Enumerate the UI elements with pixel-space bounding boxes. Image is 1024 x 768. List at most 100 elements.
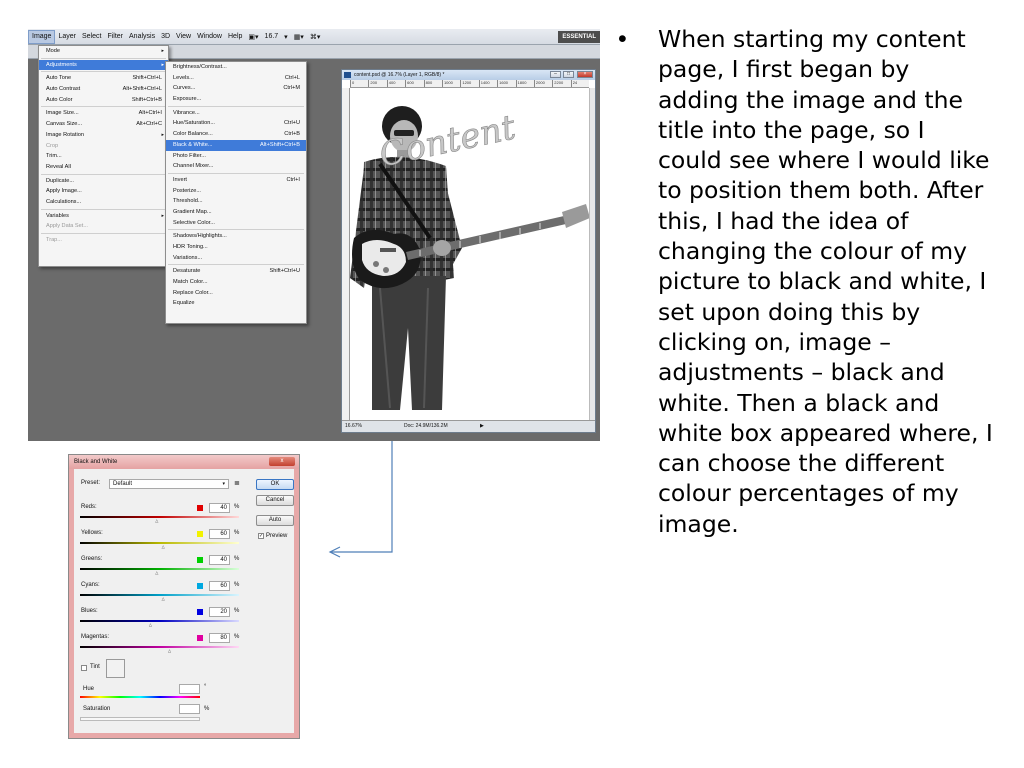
slider-value-field[interactable]: 40 [209,555,230,565]
color-slider-track[interactable] [80,516,239,518]
menu-image[interactable]: Image [28,29,56,44]
menu-item-invert[interactable]: Invert Ctrl+I [166,175,306,186]
ruler-tick: 2000 [533,80,552,87]
document-title-bar[interactable]: content.psd @ 16.7% (Layer 1, RGB/8) * –… [342,70,595,80]
slider-value-field[interactable]: 80 [209,633,230,643]
arrange-docs-icon[interactable]: ▦▾ [291,33,307,41]
saturation-field[interactable] [179,704,200,714]
close-icon[interactable]: × [577,71,593,78]
workspace-essentials-button[interactable]: ESSENTIAL [558,31,600,43]
slider-value-field[interactable]: 20 [209,607,230,617]
menu-item-auto-color[interactable]: Auto Color Shift+Ctrl+B [39,95,168,106]
menu-analysis[interactable]: Analysis [126,30,158,44]
percent-unit: % [234,504,240,510]
menu-item-replace-color[interactable]: Replace Color... [166,288,306,299]
menu-item-brightness-contrast[interactable]: Brightness/Contrast... [166,62,306,73]
percent-unit: % [234,556,240,562]
tint-color-swatch[interactable] [106,659,125,678]
color-slider-track[interactable] [80,568,239,570]
color-slider-track[interactable] [80,594,239,596]
menu-item-exposure[interactable]: Exposure... [166,94,306,105]
extras-icon[interactable]: ⌘▾ [307,33,324,41]
menu-item-calculations[interactable]: Calculations... [39,197,168,208]
menu-view[interactable]: View [173,30,194,44]
menu-item-color-balance[interactable]: Color Balance... Ctrl+B [166,129,306,140]
menu-item-adjustments[interactable]: Adjustments ▸ [39,59,168,71]
menu-item-image-rotation[interactable]: Image Rotation ▸ [39,130,168,141]
menu-item-image-size[interactable]: Image Size... Alt+Ctrl+I [39,108,168,119]
slider-thumb-icon[interactable]: △ [154,518,159,523]
menu-item-levels[interactable]: Levels... Ctrl+L [166,73,306,84]
zoom-chevron-icon[interactable]: ▾ [281,33,291,41]
close-icon[interactable]: x [269,457,295,466]
menu-item-vibrance[interactable]: Vibrance... [166,108,306,119]
menu-item-equalize[interactable]: Equalize [166,298,306,309]
color-slider-track[interactable] [80,646,239,648]
menu-item-trim[interactable]: Trim... [39,151,168,162]
menu-item-match-color[interactable]: Match Color... [166,277,306,288]
percent-unit: % [234,634,240,640]
tint-checkbox[interactable] [81,665,87,671]
maximize-icon[interactable]: □ [563,71,574,78]
preview-checkbox[interactable]: ✓ [258,533,264,539]
horizontal-ruler: 0 200 400 600 800 1000 1200 1400 1600 1800 2000 220… [350,80,589,88]
menu-item-duplicate[interactable]: Duplicate... [39,176,168,187]
slider-thumb-icon[interactable]: △ [148,622,153,627]
dialog-title-bar[interactable]: Black and White x [69,455,299,469]
menu-item-apply-image[interactable]: Apply Image... [39,186,168,197]
menu-item-hdr-toning[interactable]: HDR Toning... [166,242,306,253]
menu-item-shadows-highlights[interactable]: Shadows/Highlights... [166,231,306,242]
menu-item-selective-color[interactable]: Selective Color... [166,218,306,229]
document-canvas[interactable]: Content [350,88,589,420]
menu-item-curves[interactable]: Curves... Ctrl+M [166,83,306,94]
menu-item-gradient-map[interactable]: Gradient Map... [166,207,306,218]
dialog-body: Preset: Default ▾ ≣ OK Cancel Auto ✓ Pre… [75,470,294,733]
saturation-label: Saturation [83,706,111,712]
preset-options-icon[interactable]: ≣ [234,479,240,489]
cancel-button[interactable]: Cancel [256,495,294,506]
menu-item-black-white[interactable]: Black & White... Alt+Shift+Ctrl+B [166,139,306,151]
slider-thumb-icon[interactable]: △ [161,544,166,549]
menu-item-desaturate[interactable]: Desaturate Shift+Ctrl+U [166,266,306,277]
color-slider-track[interactable] [80,620,239,622]
ruler-tick: 800 [423,80,442,87]
hue-field[interactable] [179,684,200,694]
submenu-arrow-icon: ▸ [161,61,164,68]
preset-select[interactable]: Default ▾ [109,479,229,489]
zoom-readout[interactable]: 16.67% [345,421,362,432]
menu-select[interactable]: Select [79,30,104,44]
minimize-icon[interactable]: – [550,71,561,78]
menu-item-reveal-all[interactable]: Reveal All [39,162,168,173]
color-slider-track[interactable] [80,542,239,544]
saturation-slider[interactable] [80,717,200,721]
status-arrow-icon[interactable]: ▶ [480,421,484,432]
menu-item-posterize[interactable]: Posterize... [166,186,306,197]
hue-slider[interactable] [80,696,200,698]
slider-value-field[interactable]: 40 [209,503,230,513]
menu-filter[interactable]: Filter [104,30,126,44]
vertical-scrollbar[interactable] [589,88,595,420]
slider-thumb-icon[interactable]: △ [161,596,166,601]
slider-thumb-icon[interactable]: △ [154,570,159,575]
menu-item-channel-mixer[interactable]: Channel Mixer... [166,161,306,172]
menu-item-photo-filter[interactable]: Photo Filter... [166,151,306,162]
menu-item-variations[interactable]: Variations... [166,253,306,264]
menu-item-canvas-size[interactable]: Canvas Size... Alt+Ctrl+C [39,119,168,130]
menu-3d[interactable]: 3D [158,30,173,44]
menu-item-auto-tone[interactable]: Auto Tone Shift+Ctrl+L [39,73,168,84]
zoom-level-select[interactable]: 16.7 [262,33,282,40]
menu-item-mode[interactable]: Mode ▸ [39,46,168,57]
auto-button[interactable]: Auto [256,515,294,526]
menu-layer[interactable]: Layer [55,30,79,44]
slider-thumb-icon[interactable]: △ [167,648,172,653]
screen-mode-icon[interactable]: ▣▾ [245,33,261,41]
slider-value-field[interactable]: 60 [209,529,230,539]
menu-window[interactable]: Window [194,30,225,44]
ok-button[interactable]: OK [256,479,294,490]
menu-item-variables[interactable]: Variables ▸ [39,211,168,222]
slider-value-field[interactable]: 60 [209,581,230,591]
menu-item-hue-saturation[interactable]: Hue/Saturation... Ctrl+U [166,118,306,129]
menu-help[interactable]: Help [225,30,245,44]
menu-item-threshold[interactable]: Threshold... [166,196,306,207]
menu-item-auto-contrast[interactable]: Auto Contrast Alt+Shift+Ctrl+L [39,84,168,95]
